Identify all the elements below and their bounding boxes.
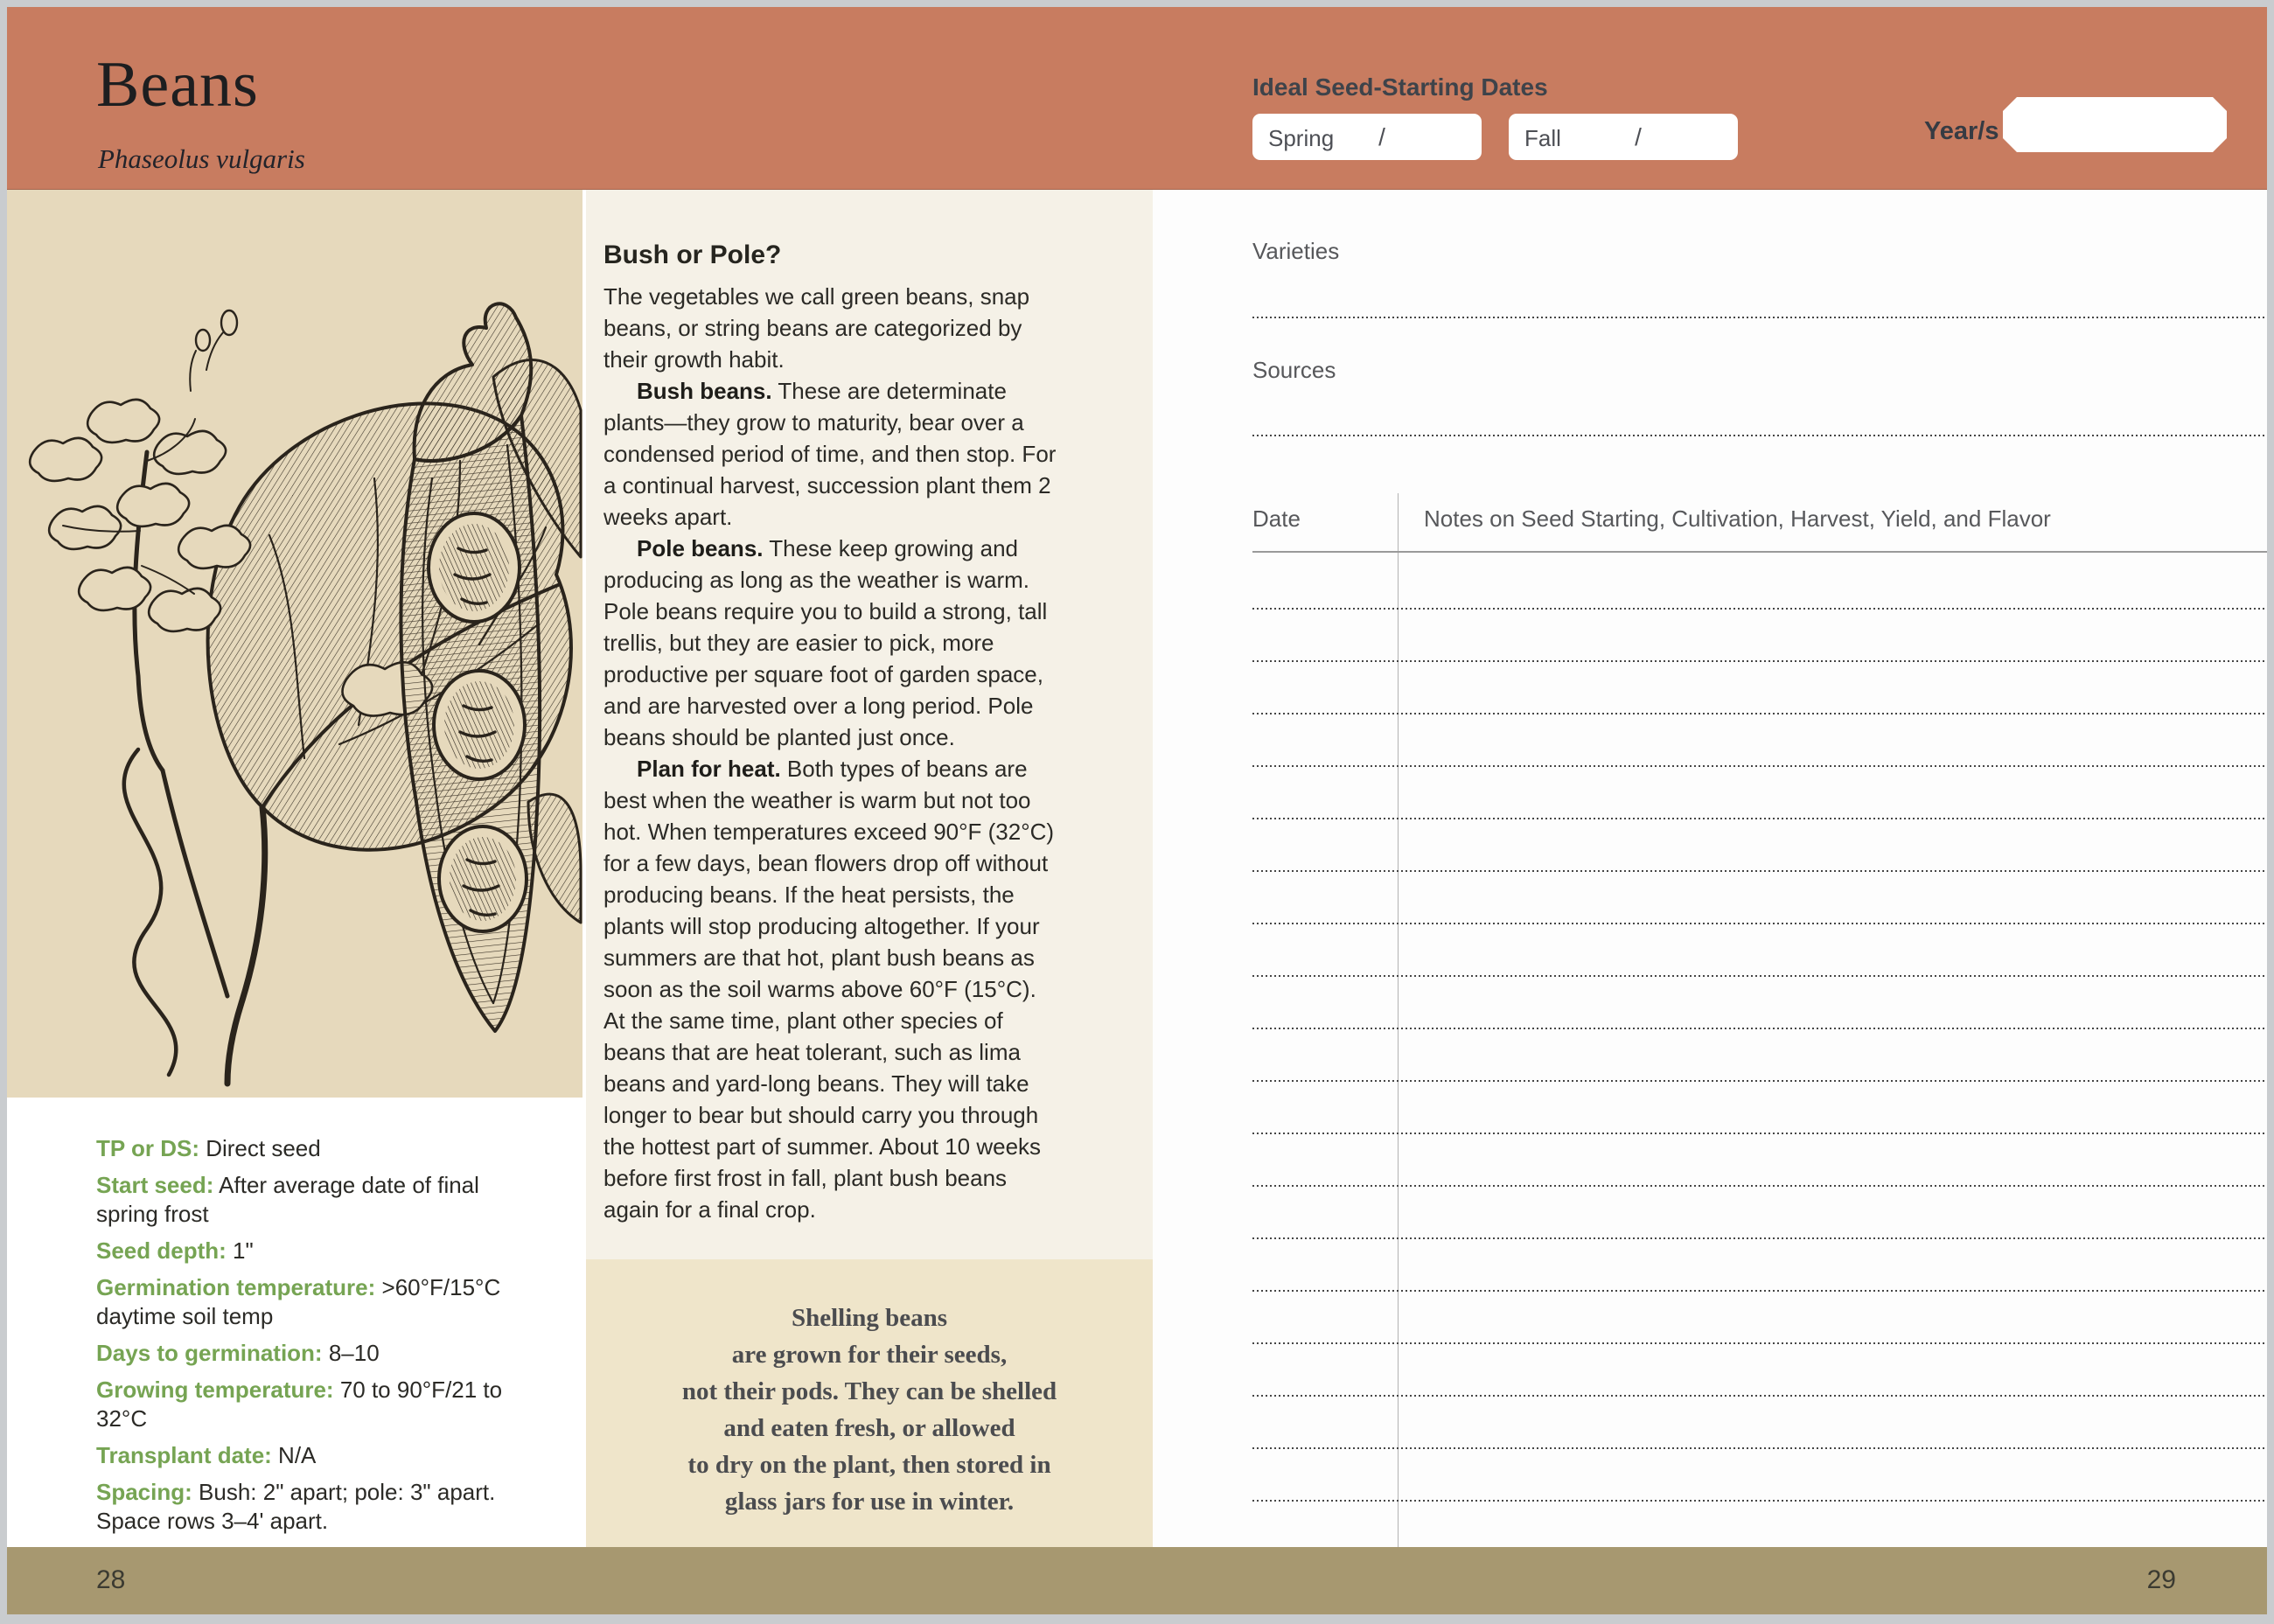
growing-fact-label: Germination temperature: [96, 1274, 375, 1300]
seed-dates-heading: Ideal Seed-Starting Dates [1252, 73, 1548, 101]
page-number-left: 28 [96, 1565, 125, 1595]
notes-row [1252, 662, 2267, 714]
spring-date-field[interactable]: Spring / [1252, 114, 1482, 160]
page-number-right: 29 [2147, 1565, 2176, 1595]
growing-fact-label: Spacing: [96, 1479, 192, 1505]
bean-plant-engraving-illustration [7, 190, 582, 1098]
paragraph-lead: Plan for heat. [637, 756, 781, 782]
year-input[interactable] [2003, 97, 2227, 152]
notes-row [1252, 872, 2267, 924]
notes-row [1252, 1187, 2267, 1239]
book-spread: Beans Phaseolus vulgaris Ideal Seed-Star… [7, 7, 2267, 1614]
growing-fact: Start seed: After average date of final … [96, 1171, 534, 1229]
notes-row [1252, 1449, 2267, 1502]
quote-line: to dry on the plant, then stored in [586, 1446, 1153, 1483]
article-paragraph: Pole beans. These keep growing and produ… [603, 533, 1060, 753]
growing-fact: Transplant date: N/A [96, 1441, 534, 1470]
growing-fact: Spacing: Bush: 2" apart; pole: 3" apart.… [96, 1478, 534, 1536]
growing-fact: TP or DS: Direct seed [96, 1134, 534, 1163]
varieties-label: Varieties [1252, 238, 1339, 265]
article-paragraph: The vegetables we call green beans, snap… [603, 281, 1060, 375]
growing-fact-label: Seed depth: [96, 1237, 227, 1264]
notes-row [1252, 767, 2267, 819]
article-heading: Bush or Pole? [603, 240, 1060, 270]
article: Bush or Pole? The vegetables we call gre… [603, 240, 1060, 1225]
spring-label: Spring [1268, 125, 1334, 152]
article-paragraph: Bush beans. These are determinate plants… [603, 375, 1060, 533]
quote-lines: Shelling beansare grown for their seeds,… [586, 1300, 1153, 1520]
notes-row [1252, 1029, 2267, 1082]
growing-facts-list: TP or DS: Direct seed Start seed: After a… [96, 1134, 534, 1536]
notes-row [1252, 1344, 2267, 1397]
growing-fact-label: Transplant date: [96, 1442, 272, 1468]
shelling-beans-note: Shelling beansare grown for their seeds,… [586, 1259, 1153, 1547]
fall-date-slash: / [1635, 123, 1642, 151]
growing-fact: Germination temperature: >60°F/15°C dayt… [96, 1273, 534, 1331]
fall-label: Fall [1524, 125, 1561, 152]
notes-row [1252, 557, 2267, 610]
quote-line: glass jars for use in winter. [586, 1483, 1153, 1520]
article-paragraph: Plan for heat. Both types of beans are b… [603, 753, 1060, 1225]
quote-line: and eaten fresh, or allowed [586, 1410, 1153, 1446]
footer-band: 28 29 [7, 1547, 2267, 1614]
article-column: Bush or Pole? The vegetables we call gre… [586, 190, 1153, 1259]
growing-fact-label: TP or DS: [96, 1135, 199, 1161]
growing-fact: Seed depth: 1" [96, 1237, 534, 1265]
quote-line: are grown for their seeds, [586, 1336, 1153, 1373]
illustration-panel [7, 190, 582, 1098]
spring-date-slash: / [1378, 123, 1385, 151]
fall-date-field[interactable]: Fall / [1509, 114, 1738, 160]
growing-facts-panel: TP or DS: Direct seed Start seed: After a… [7, 1098, 582, 1547]
date-column-header: Date [1252, 505, 1301, 533]
header-band: Beans Phaseolus vulgaris Ideal Seed-Star… [7, 7, 2267, 190]
growing-fact-label: Start seed: [96, 1172, 213, 1198]
table-header-rule [1252, 551, 2267, 553]
quote-line: not their pods. They can be shelled [586, 1373, 1153, 1410]
notes-row [1252, 714, 2267, 767]
notes-row [1252, 977, 2267, 1029]
sources-write-line [1252, 435, 2267, 436]
growing-fact: Days to germination: 8–10 [96, 1339, 534, 1368]
notes-rows [1252, 557, 2267, 1502]
article-body: The vegetables we call green beans, snap… [603, 281, 1060, 1225]
quote-line: Shelling beans [586, 1300, 1153, 1336]
notes-row [1252, 924, 2267, 977]
growing-fact: Growing temperature: 70 to 90°F/21 to 32… [96, 1376, 534, 1433]
notes-row [1252, 1239, 2267, 1292]
growing-fact-label: Growing temperature: [96, 1377, 334, 1403]
notes-column-header: Notes on Seed Starting, Cultivation, Har… [1424, 505, 2051, 533]
notes-row [1252, 1134, 2267, 1187]
sources-label: Sources [1252, 357, 1336, 384]
journal-page: Varieties Sources Date Notes on Seed Sta… [1153, 190, 2267, 1547]
year-label: Year/s [1924, 117, 1998, 146]
notes-row [1252, 1292, 2267, 1344]
species-subtitle: Phaseolus vulgaris [98, 143, 305, 175]
notes-row [1252, 1082, 2267, 1134]
notes-row [1252, 819, 2267, 872]
page-title: Beans [96, 52, 259, 117]
paragraph-lead: Bush beans. [637, 378, 772, 404]
varieties-write-line [1252, 317, 2267, 318]
notes-row [1252, 1397, 2267, 1449]
growing-fact-label: Days to germination: [96, 1340, 323, 1366]
notes-row [1252, 610, 2267, 662]
paragraph-lead: Pole beans. [637, 535, 764, 561]
